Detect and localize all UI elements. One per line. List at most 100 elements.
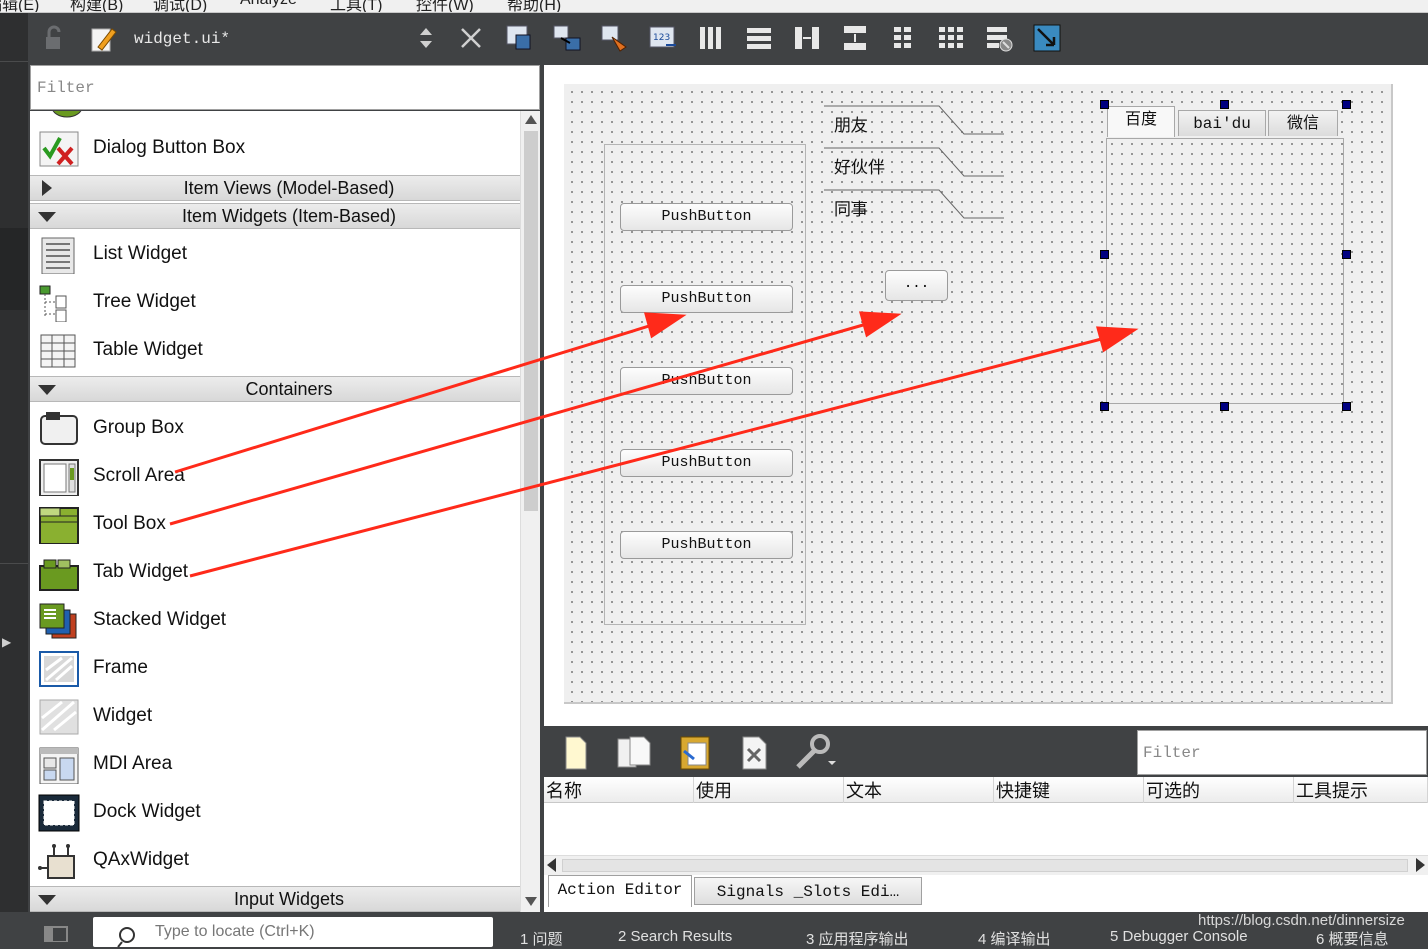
menu-analyze[interactable]: Analyze	[240, 0, 297, 9]
widget-item-widget[interactable]: Widget	[30, 692, 520, 740]
widget-item-scroll-area[interactable]: Scroll Area	[30, 452, 520, 500]
paste-action-icon[interactable]	[678, 733, 714, 771]
copy-action-icon[interactable]	[616, 735, 654, 771]
tab-widget-page[interactable]	[1106, 138, 1344, 404]
resize-handle-tl[interactable]	[1100, 100, 1109, 109]
pane-debugger-console[interactable]: 5 Debugger Console	[1110, 928, 1248, 945]
menu-edit[interactable]: 编辑(E)	[0, 0, 39, 12]
break-layout-icon[interactable]	[984, 23, 1014, 53]
scroll-area-widget[interactable]: PushButton PushButton PushButton PushBut…	[604, 144, 806, 625]
col-name[interactable]: 名称	[544, 777, 694, 803]
layout-form-icon[interactable]	[888, 23, 918, 53]
tab-widget[interactable]: 百度 bai'du 微信	[1100, 100, 1351, 411]
action-filter-input[interactable]	[1138, 731, 1426, 774]
action-filter[interactable]	[1137, 730, 1427, 775]
widget-item-dialog-button-box[interactable]: Dialog Button Box	[30, 124, 520, 172]
menu-help[interactable]: 帮助(H)	[507, 0, 561, 12]
widget-filter-input[interactable]	[31, 66, 539, 109]
widget-item-mdi-area[interactable]: MDI Area	[30, 740, 520, 788]
resize-handle-br[interactable]	[1342, 402, 1351, 411]
delete-action-icon[interactable]	[740, 735, 770, 771]
resize-handle-r[interactable]	[1342, 250, 1351, 259]
edit-buddies-icon[interactable]	[600, 23, 630, 53]
push-button-1[interactable]: PushButton	[620, 203, 793, 231]
tab-baidu[interactable]: 百度	[1107, 106, 1175, 137]
action-table-hscrollbar[interactable]	[544, 855, 1428, 875]
scroll-down-icon[interactable]	[525, 897, 537, 906]
menu-tools[interactable]: 工具(T)	[330, 0, 382, 12]
widget-item-tab-widget[interactable]: Tab Widget	[30, 548, 520, 596]
toggle-sidebar-icon[interactable]	[44, 926, 68, 942]
col-checkable[interactable]: 可选的	[1144, 777, 1294, 803]
tab-signals-slots-editor[interactable]: Signals _Slots Edi…	[694, 877, 922, 905]
widget-item-tool-box[interactable]: Tool Box	[30, 500, 520, 548]
file-switch-icon[interactable]	[416, 23, 436, 53]
tab-baidu-pinyin[interactable]: bai'du	[1178, 110, 1266, 136]
menu-widgets[interactable]: 控件(W)	[416, 0, 474, 12]
locator-input[interactable]	[155, 923, 485, 941]
scroll-left-icon[interactable]	[547, 858, 556, 872]
push-button-3[interactable]: PushButton	[620, 367, 793, 395]
widget-item-dock-widget[interactable]: Dock Widget	[30, 788, 520, 836]
category-item-widgets-item-based[interactable]: Item Widgets (Item-Based)	[30, 203, 520, 229]
toolbox-tab-friends[interactable]: 朋友	[824, 105, 1006, 145]
widget-item-tree-widget[interactable]: Tree Widget	[30, 278, 520, 326]
col-used[interactable]: 使用	[694, 777, 844, 803]
tab-wechat[interactable]: 微信	[1268, 110, 1338, 136]
push-button-4[interactable]: PushButton	[620, 449, 793, 477]
edit-tab-order-icon[interactable]: 123	[648, 23, 678, 53]
widget-item-stacked-widget[interactable]: Stacked Widget	[30, 596, 520, 644]
category-containers[interactable]: Containers	[30, 376, 520, 402]
widget-item-table-widget[interactable]: Table Widget	[30, 326, 520, 374]
mode-design-active[interactable]	[0, 228, 28, 310]
menu-debug[interactable]: 调试(D)	[153, 0, 207, 12]
layout-splitter-vertical-icon[interactable]	[840, 23, 870, 53]
resize-handle-b[interactable]	[1220, 402, 1229, 411]
form-canvas[interactable]: PushButton PushButton PushButton PushBut…	[564, 84, 1393, 704]
widget-item-qaxwidget[interactable]: QAxWidget	[30, 836, 520, 884]
col-shortcut[interactable]: 快捷键	[994, 777, 1144, 803]
configure-wrench-icon[interactable]	[794, 733, 838, 771]
scroll-right-icon[interactable]	[1416, 858, 1425, 872]
scrollbar-thumb[interactable]	[524, 131, 538, 511]
scroll-up-icon[interactable]	[525, 115, 537, 124]
menu-build[interactable]: 构建(B)	[70, 0, 123, 12]
layout-grid-icon[interactable]	[936, 23, 966, 53]
widget-item-group-box[interactable]: Group Box	[30, 404, 520, 452]
lock-icon[interactable]	[40, 23, 70, 53]
resize-handle-tr[interactable]	[1342, 100, 1351, 109]
resize-handle-bl[interactable]	[1100, 402, 1109, 411]
push-button-5[interactable]: PushButton	[620, 531, 793, 559]
layout-vertical-icon[interactable]	[744, 23, 774, 53]
layout-splitter-horizontal-icon[interactable]	[792, 23, 822, 53]
hscroll-thumb[interactable]	[562, 859, 1408, 872]
pane-issues[interactable]: 1 问题	[520, 928, 563, 949]
close-document-icon[interactable]	[456, 23, 486, 53]
toolbox-tab-partners[interactable]: 好伙伴	[824, 147, 1006, 187]
expand-arrow-icon[interactable]: ▶	[2, 635, 11, 649]
resize-handle-t[interactable]	[1220, 100, 1229, 109]
category-input-widgets[interactable]: Input Widgets	[30, 886, 520, 912]
adjust-size-icon[interactable]	[1032, 23, 1062, 53]
widget-item-list-widget[interactable]: List Widget	[30, 230, 520, 278]
widget-box-filter[interactable]	[30, 65, 540, 110]
widget-box-scrollbar[interactable]	[520, 111, 540, 912]
tool-button[interactable]: ...	[885, 270, 948, 301]
widget-item-frame[interactable]: Frame	[30, 644, 520, 692]
locator-box[interactable]	[93, 917, 493, 948]
layout-horizontal-icon[interactable]	[696, 23, 726, 53]
col-text[interactable]: 文本	[844, 777, 994, 803]
pane-app-output[interactable]: 3 应用程序输出	[806, 928, 909, 949]
col-tooltip[interactable]: 工具提示	[1294, 777, 1428, 803]
edit-widgets-icon[interactable]	[504, 23, 534, 53]
pane-compile-output[interactable]: 4 编译输出	[978, 928, 1051, 949]
action-table[interactable]: 名称 使用 文本 快捷键 可选的 工具提示	[544, 777, 1428, 855]
toolbox-tab-colleagues[interactable]: 同事	[824, 189, 1006, 229]
tab-action-editor[interactable]: Action Editor	[548, 875, 692, 907]
new-action-icon[interactable]	[562, 735, 590, 771]
pane-general-messages[interactable]: 6 概要信息	[1316, 928, 1389, 949]
push-button-2[interactable]: PushButton	[620, 285, 793, 313]
pane-search-results[interactable]: 2 Search Results	[618, 928, 732, 945]
resize-handle-l[interactable]	[1100, 250, 1109, 259]
category-item-views-model-based[interactable]: Item Views (Model-Based)	[30, 175, 520, 201]
